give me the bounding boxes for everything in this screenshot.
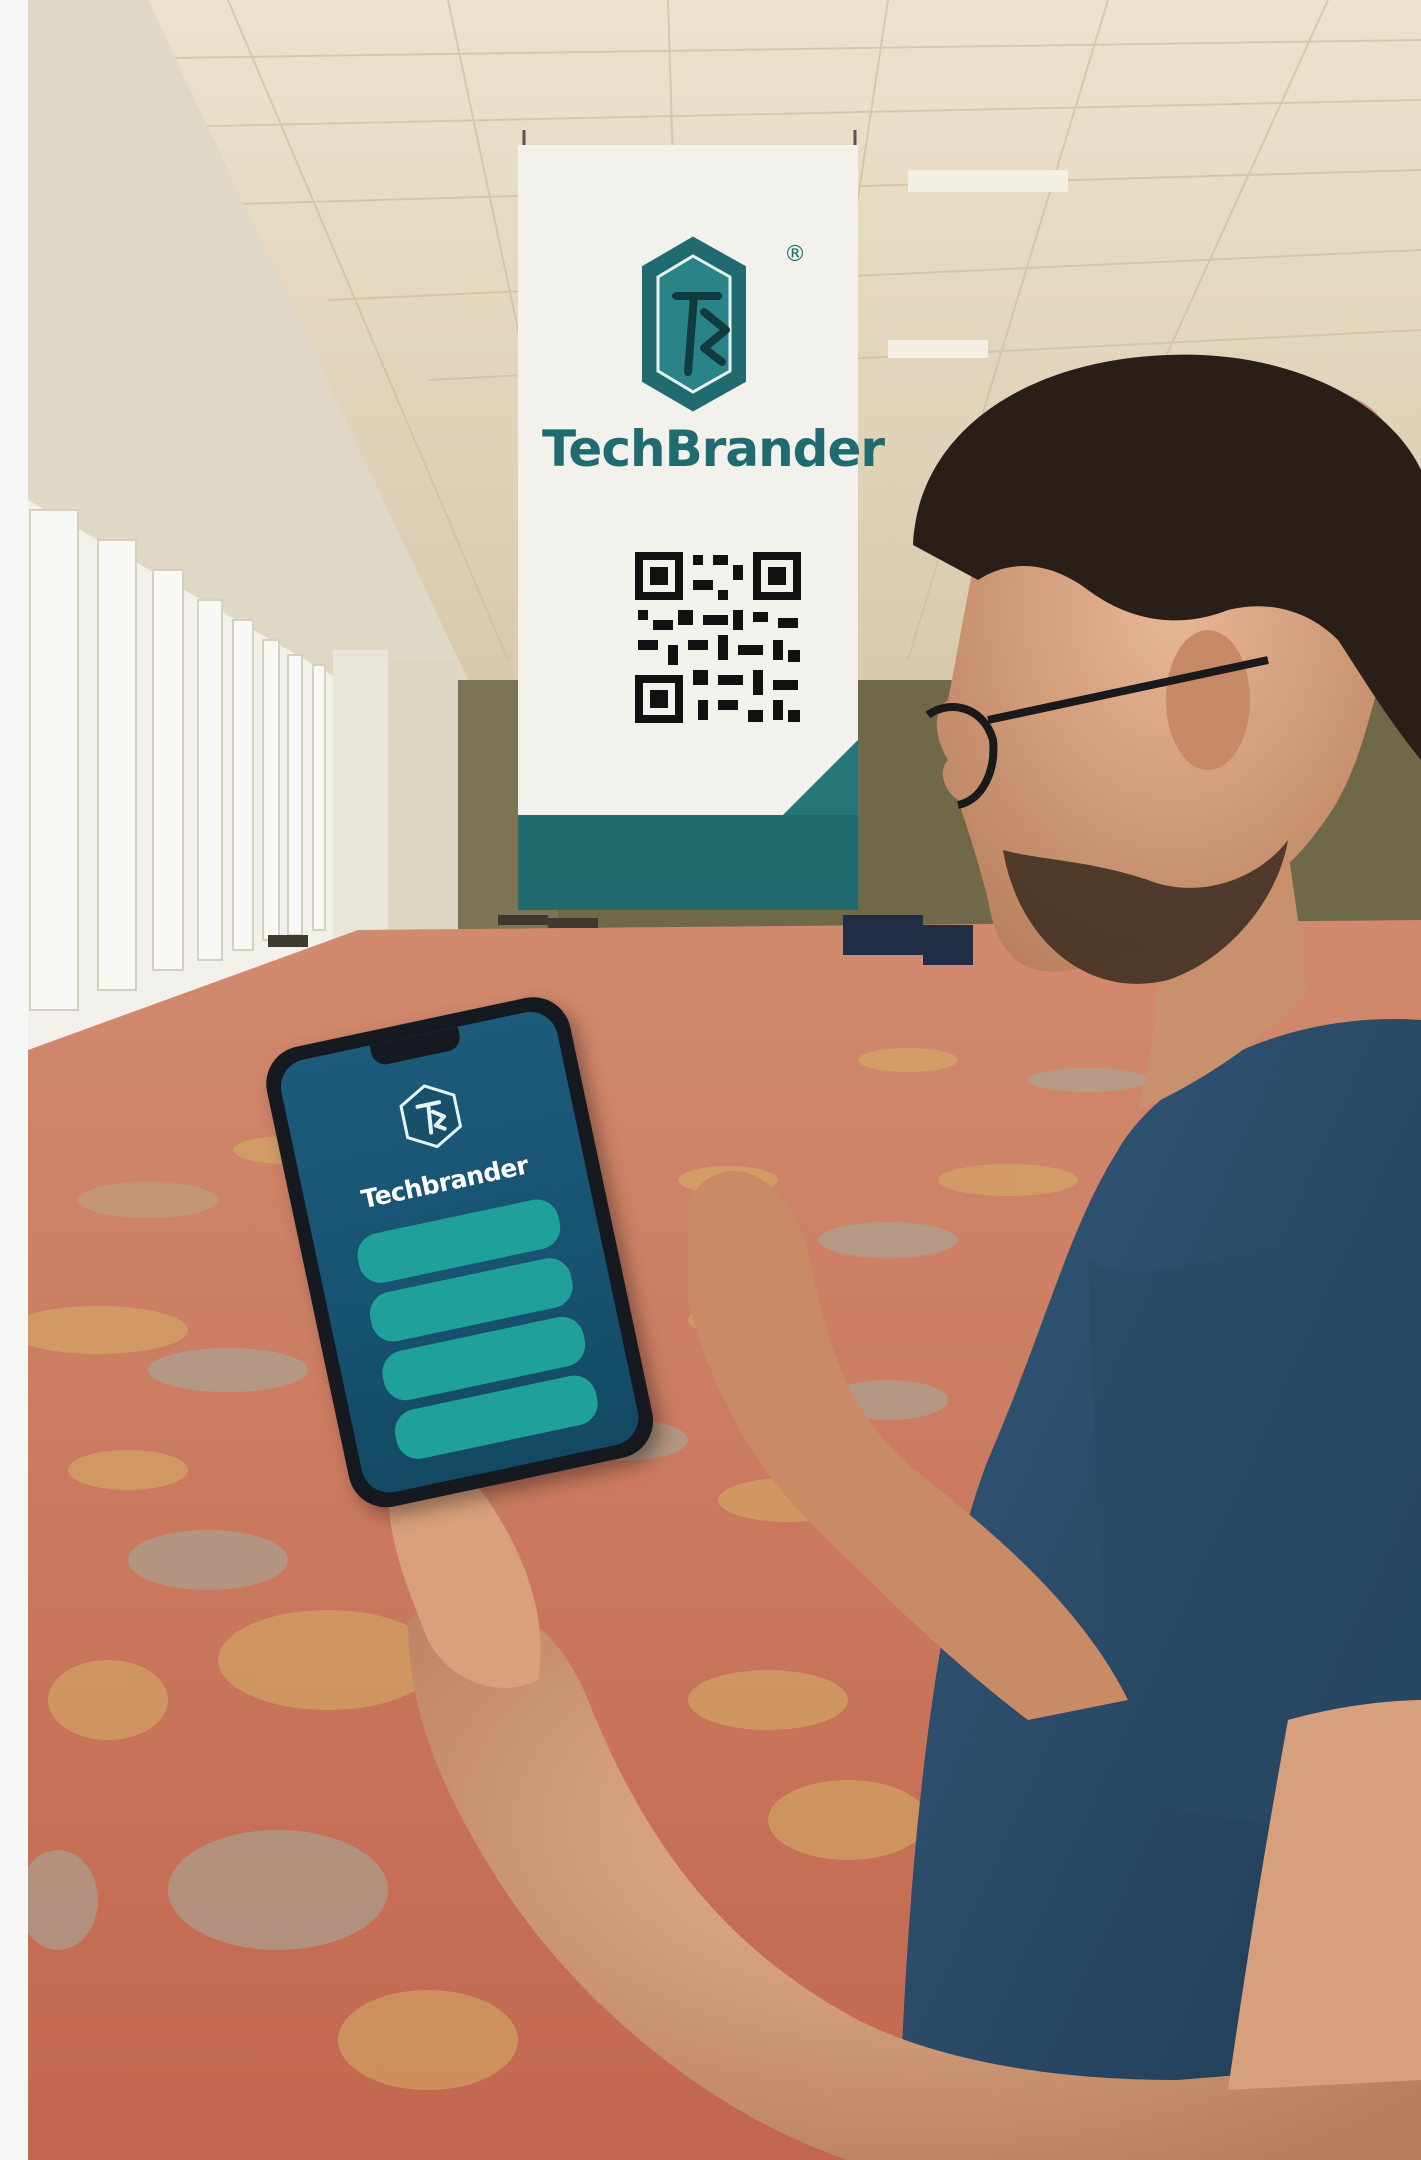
photo-scene: TechBrander ® Techbrander — [28, 0, 1421, 2160]
app-logo-icon — [399, 1084, 463, 1149]
convention-hall-background — [28, 0, 1421, 2160]
phone-notch — [369, 1026, 463, 1067]
banner-brand-name: TechBrander — [541, 420, 885, 478]
banner-logo-icon — [642, 236, 746, 412]
registered-mark: ® — [784, 242, 806, 267]
qr-code-icon — [633, 550, 803, 725]
